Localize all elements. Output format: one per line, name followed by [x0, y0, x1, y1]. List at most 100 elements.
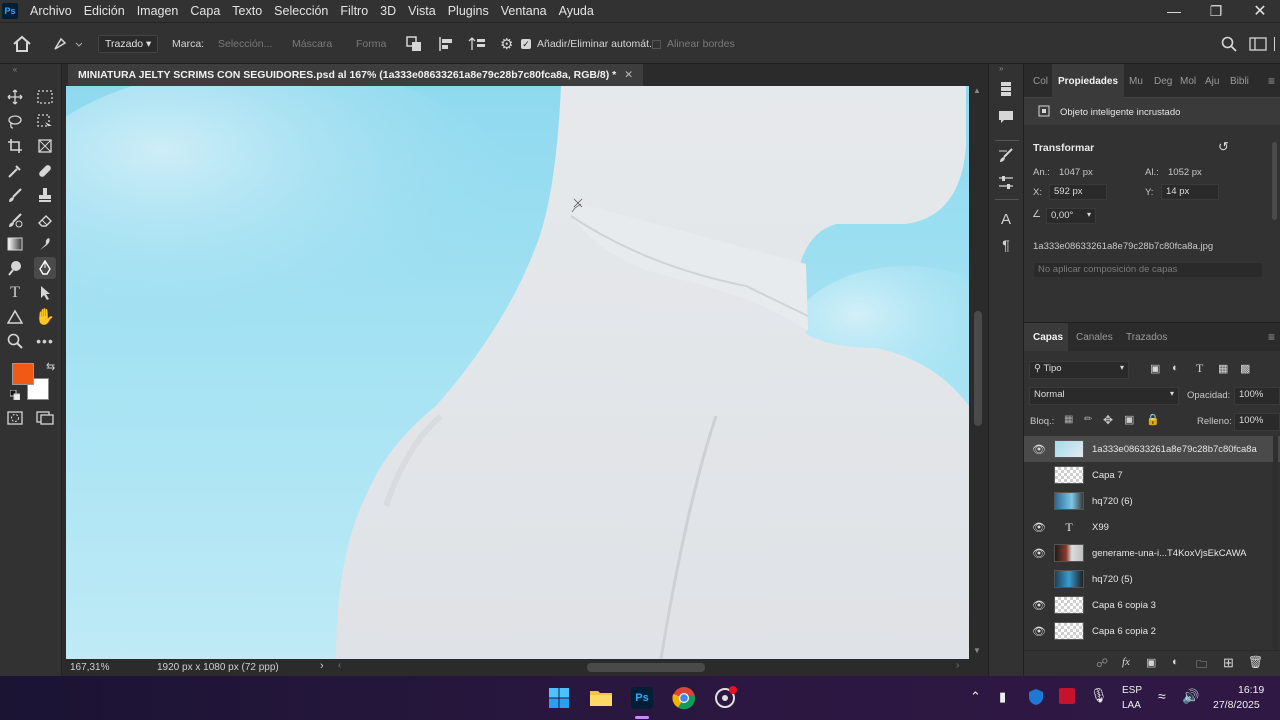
menu-texto[interactable]: Texto [226, 4, 268, 18]
lock-transparent-icon[interactable]: ▦ [1064, 414, 1073, 425]
workspace-icon[interactable] [1249, 23, 1267, 65]
menu-capa[interactable]: Capa [184, 4, 226, 18]
quick-mask-icon[interactable] [4, 407, 26, 429]
tab-mu[interactable]: Mu [1129, 76, 1143, 87]
y-position-field[interactable]: 14 px [1161, 184, 1219, 200]
x-position-field[interactable]: 592 px [1049, 184, 1107, 200]
adjustments-sliders-icon[interactable] [995, 171, 1017, 193]
layer-row[interactable]: 👁 generame-una-i...T4KoxVjsEkCAWA [1024, 540, 1280, 566]
add-mask-icon[interactable]: ▣ [1146, 656, 1156, 669]
filter-type-icon[interactable]: T [1196, 361, 1203, 376]
scroll-right-icon[interactable]: › [956, 660, 959, 671]
lock-pixels-icon[interactable]: ✏ [1084, 414, 1092, 425]
document-canvas[interactable] [66, 86, 969, 659]
blend-mode-dropdown[interactable]: Normal ▾ [1029, 387, 1179, 405]
tab-channels[interactable]: Canales [1076, 332, 1113, 343]
path-alignment-icon[interactable] [438, 23, 454, 65]
microphone-icon[interactable]: 🎙 [1090, 687, 1108, 704]
scroll-down-icon[interactable]: ▼ [973, 646, 981, 655]
filter-adjustment-icon[interactable]: ◐ [1172, 362, 1179, 374]
eye-icon[interactable]: 👁 [1024, 625, 1054, 638]
expand-panels-icon[interactable]: » [999, 64, 1003, 73]
dodge-tool-icon[interactable] [4, 257, 26, 279]
menu-seleccion[interactable]: Selección [268, 4, 334, 18]
scroll-left-icon[interactable]: ‹ [338, 660, 341, 671]
menu-3d[interactable]: 3D [374, 4, 402, 18]
angle-field[interactable]: 0,00° ▾ [1046, 208, 1096, 224]
gradient-tool-icon[interactable] [4, 233, 26, 255]
default-colors-icon[interactable] [9, 389, 21, 401]
home-icon[interactable] [12, 23, 32, 65]
shape-button[interactable]: Forma [356, 23, 386, 65]
panel-menu-icon[interactable]: ≡ [1268, 74, 1275, 88]
restore-button[interactable]: ❐ [1194, 0, 1238, 22]
brush-tool-icon[interactable] [4, 184, 26, 206]
filter-shape-icon[interactable]: ▦ [1218, 362, 1228, 375]
shape-tool-icon[interactable] [4, 306, 26, 328]
keyboard-language-top[interactable]: ESP [1122, 685, 1142, 696]
status-menu-chevron-icon[interactable]: › [320, 660, 324, 672]
show-hidden-icons-chevron[interactable]: ⌃ [970, 689, 981, 705]
folder-icon[interactable]: 🗀 [1196, 656, 1207, 675]
marquee-tool-icon[interactable] [34, 86, 56, 108]
menu-filtro[interactable]: Filtro [334, 4, 374, 18]
layers-scrollbar[interactable] [1273, 436, 1278, 650]
lock-position-icon[interactable]: ✥ [1103, 413, 1113, 427]
tab-mol[interactable]: Mol [1180, 76, 1196, 87]
pen-tool-preset-icon[interactable] [52, 23, 82, 65]
tab-bibli[interactable]: Bibli [1230, 76, 1249, 87]
layer-row[interactable]: 👁 Capa 6 copia 2 [1024, 618, 1280, 644]
menu-ventana[interactable]: Ventana [495, 4, 553, 18]
smudge-tool-icon[interactable] [34, 233, 56, 255]
history-panel-icon[interactable] [995, 78, 1017, 100]
move-tool-icon[interactable] [4, 86, 26, 108]
menu-archivo[interactable]: Archivo [24, 4, 78, 18]
tab-aju[interactable]: Aju [1205, 76, 1219, 87]
lock-artboard-icon[interactable]: ▣ [1124, 413, 1134, 426]
type-tool-icon[interactable]: T [4, 282, 26, 304]
gear-icon[interactable]: ⚙ [500, 23, 513, 65]
tray-app-icon[interactable] [1059, 688, 1075, 704]
menu-edicion[interactable]: Edición [78, 4, 131, 18]
width-value[interactable]: 1047 px [1059, 167, 1093, 178]
tab-properties[interactable]: Propiedades [1058, 76, 1118, 87]
usb-device-icon[interactable]: ▮ [999, 689, 1006, 705]
layer-row[interactable]: 👁 Capa 6 copia 3 [1024, 592, 1280, 618]
eye-icon[interactable]: 👁 [1024, 547, 1054, 560]
path-mode-dropdown[interactable]: Trazado ▾ [98, 35, 159, 53]
new-layer-icon[interactable]: ⊞ [1223, 655, 1234, 671]
properties-scrollbar[interactable] [1272, 142, 1277, 220]
menu-plugins[interactable]: Plugins [442, 4, 495, 18]
mask-button[interactable]: Máscara [292, 23, 332, 65]
tab-color[interactable]: Col [1033, 76, 1048, 87]
layer-row[interactable]: hq720 (5) [1024, 566, 1280, 592]
brush-settings-icon[interactable] [995, 144, 1017, 166]
layer-row[interactable]: 👁 T X99 [1024, 514, 1280, 540]
character-panel-icon[interactable]: A [995, 208, 1017, 230]
share-icon[interactable] [1274, 23, 1280, 65]
close-button[interactable]: ✕ [1238, 0, 1280, 22]
fill-field[interactable]: 100% [1234, 413, 1280, 431]
selection-button[interactable]: Selección... [218, 23, 272, 65]
tab-deg[interactable]: Deg [1154, 76, 1172, 87]
vertical-scroll-thumb[interactable] [974, 311, 982, 426]
path-arrangement-icon[interactable] [468, 23, 486, 65]
history-brush-tool-icon[interactable] [4, 209, 26, 231]
reset-transform-icon[interactable]: ↺ [1218, 139, 1229, 155]
zoom-level[interactable]: 167,31% [70, 662, 109, 673]
trash-icon[interactable]: 🗑 [1248, 655, 1263, 669]
wifi-icon[interactable]: ≈ [1158, 688, 1166, 704]
layer-row[interactable]: 👁 1a333e08633261a8e79c28b7c80fca8a [1024, 436, 1280, 462]
hand-tool-icon[interactable]: ✋ [34, 306, 56, 328]
lasso-tool-icon[interactable] [4, 111, 26, 133]
eyedropper-tool-icon[interactable] [4, 160, 26, 182]
path-operations-icon[interactable] [406, 23, 422, 65]
layer-comp-dropdown[interactable]: No aplicar composición de capas [1033, 262, 1263, 278]
more-tools-icon[interactable]: ••• [34, 330, 56, 352]
healing-brush-tool-icon[interactable] [34, 160, 56, 182]
filter-pixel-icon[interactable]: ▣ [1150, 362, 1160, 375]
minimize-button[interactable]: — [1152, 0, 1196, 22]
link-layers-icon[interactable]: ☍ [1096, 656, 1108, 670]
windows-start-icon[interactable] [545, 684, 573, 712]
menu-imagen[interactable]: Imagen [131, 4, 185, 18]
